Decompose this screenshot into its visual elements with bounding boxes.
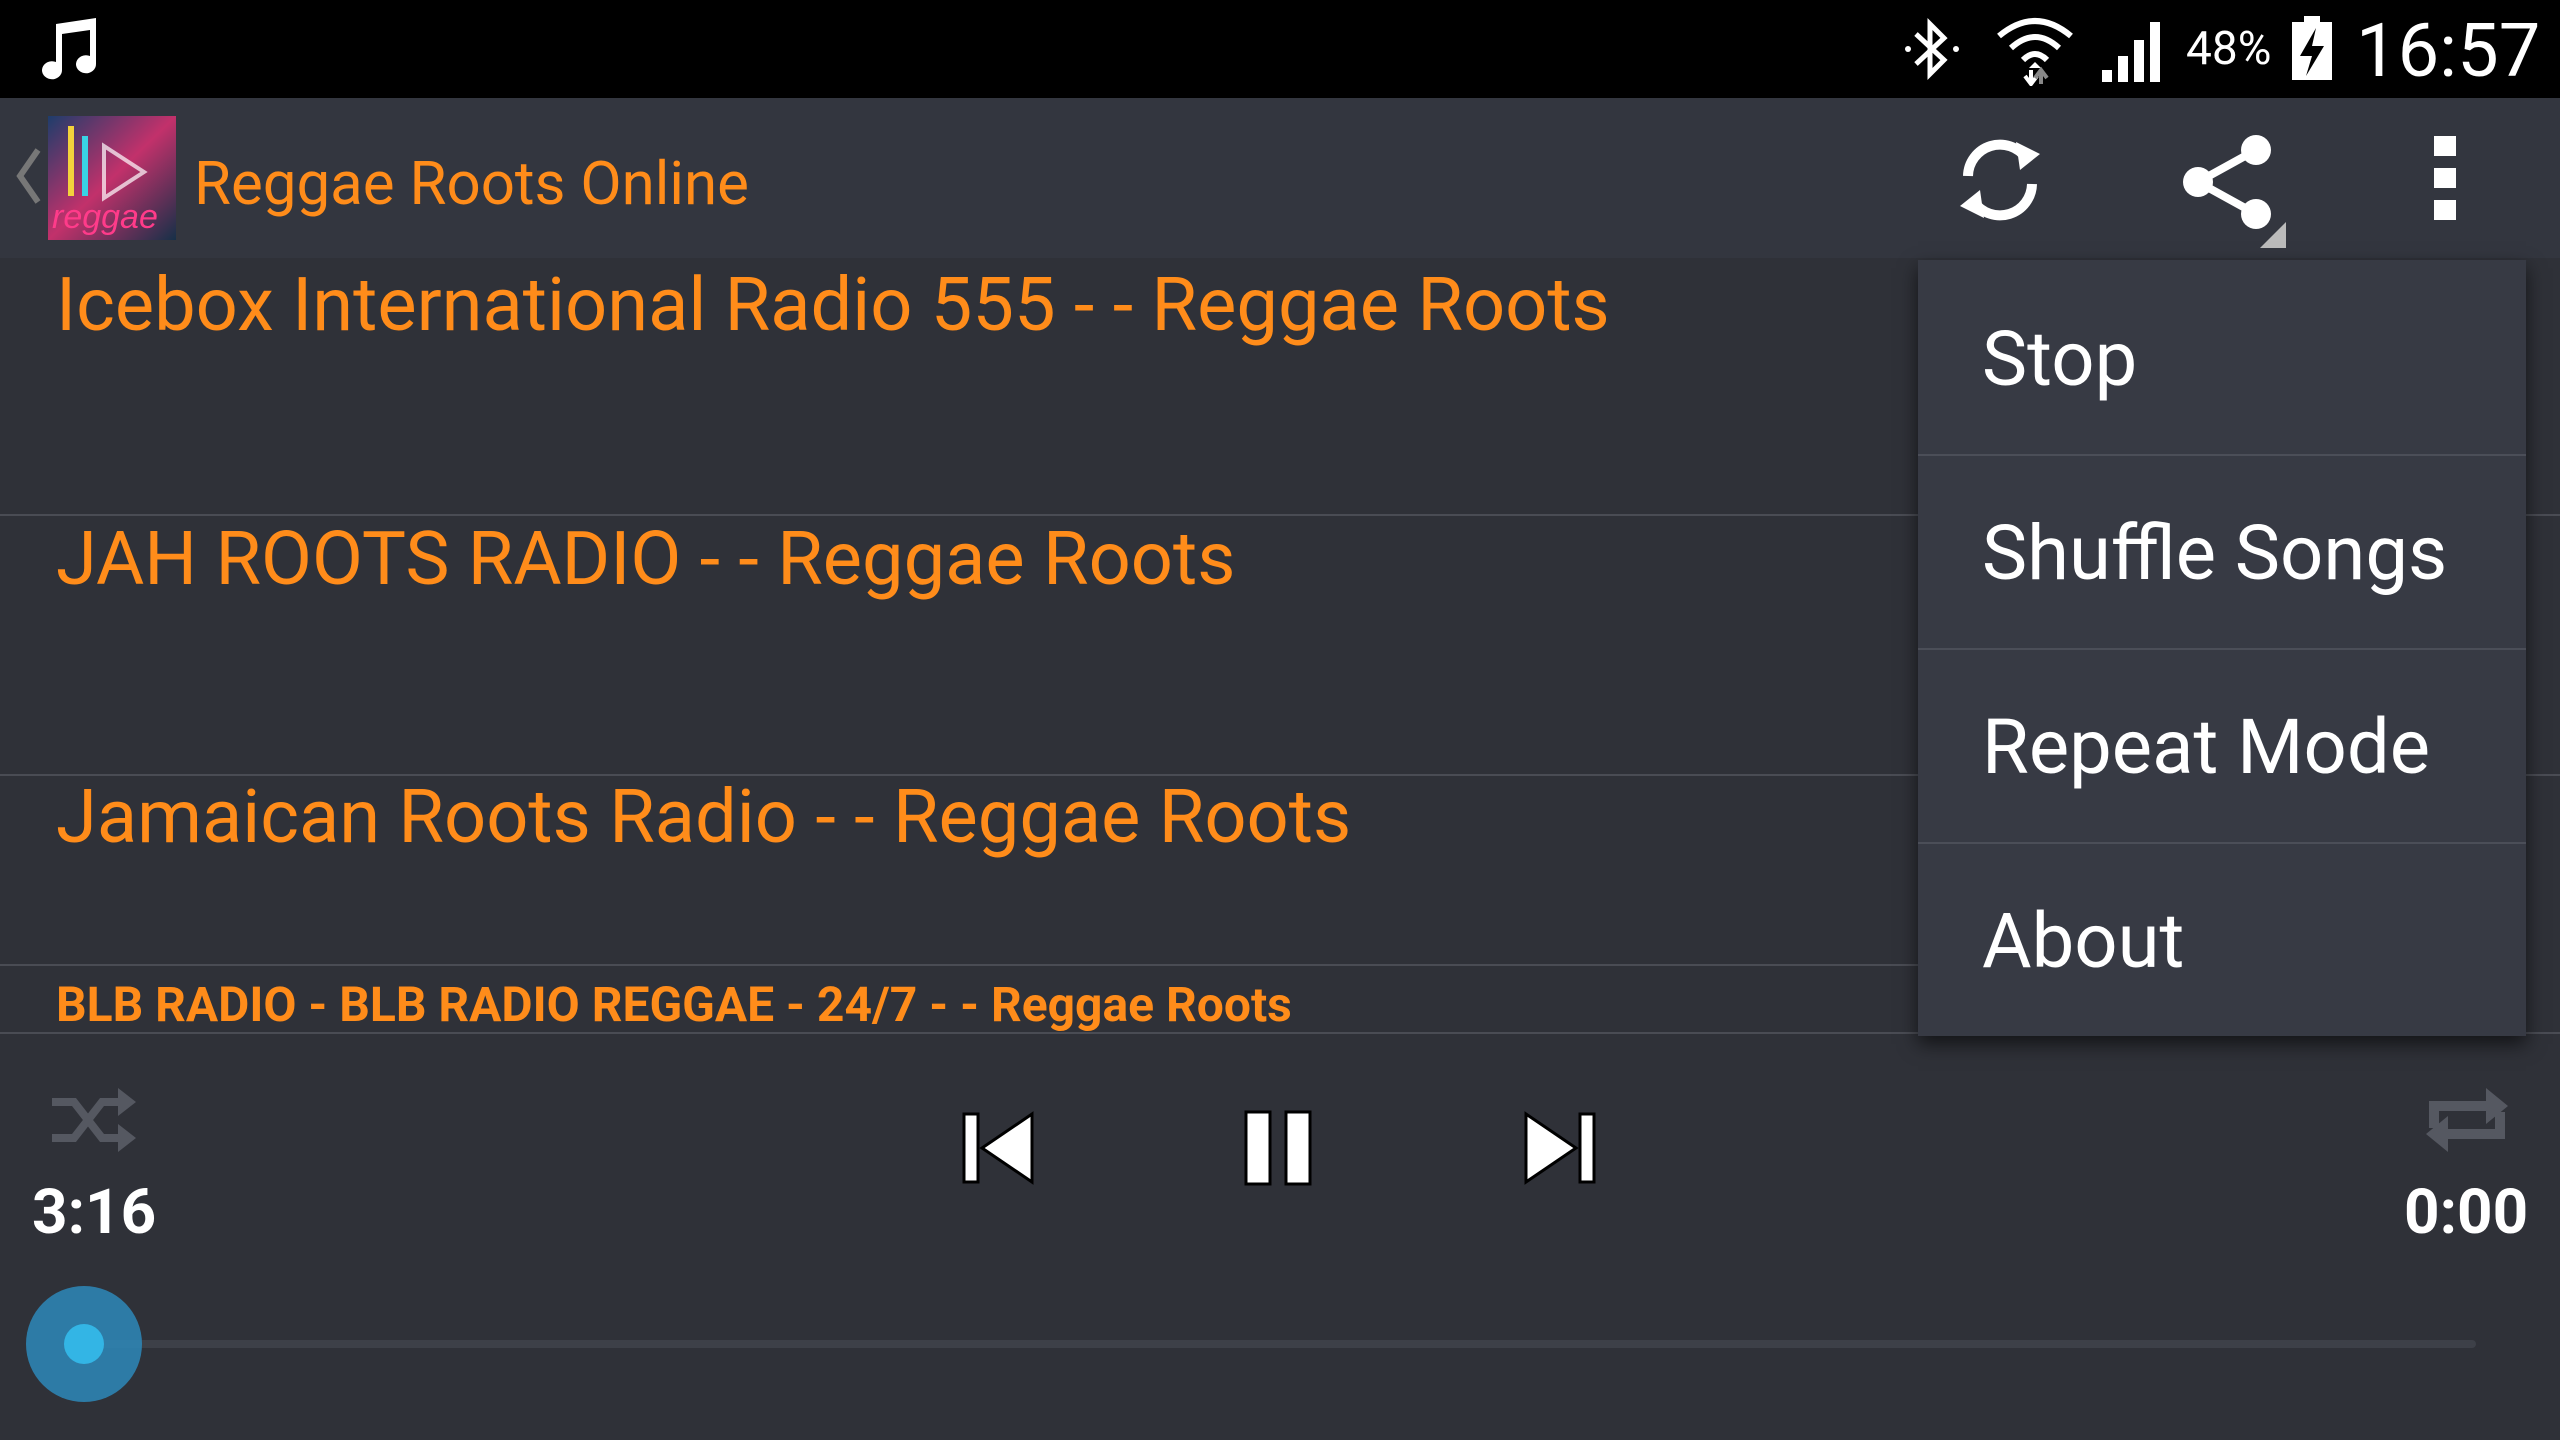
logo-text: reggae <box>52 198 158 236</box>
app-logo[interactable]: reggae <box>48 116 176 240</box>
total-time: 0:00 <box>2404 1176 2529 1249</box>
signal-icon <box>2102 22 2160 82</box>
menu-item-label: Repeat Mode <box>1982 702 2431 792</box>
now-playing-title: BLB RADIO - BLB RADIO REGGAE - 24/7 - - … <box>56 976 1292 1033</box>
station-label: JAH ROOTS RADIO - - Reggae Roots <box>56 516 1236 603</box>
app-title: Reggae Roots Online <box>194 148 749 219</box>
seek-bar[interactable] <box>84 1340 2476 1348</box>
menu-item-label: About <box>1982 896 2185 986</box>
menu-item-shuffle-songs[interactable]: Shuffle Songs <box>1918 454 2526 650</box>
pause-button[interactable] <box>1238 1108 1318 1188</box>
battery-charging-icon <box>2292 16 2332 80</box>
seek-thumb[interactable] <box>64 1324 104 1364</box>
clock: 16:57 <box>2356 8 2541 95</box>
menu-item-repeat-mode[interactable]: Repeat Mode <box>1918 648 2526 844</box>
shuffle-icon[interactable] <box>48 1084 138 1156</box>
battery-percent: 48% <box>2186 22 2272 76</box>
previous-button[interactable] <box>960 1108 1040 1188</box>
next-button[interactable] <box>1518 1108 1598 1188</box>
share-icon[interactable] <box>2170 130 2290 248</box>
refresh-icon[interactable] <box>1950 130 2050 230</box>
status-bar: 48% 16:57 <box>0 0 2560 98</box>
menu-item-about[interactable]: About <box>1918 842 2526 1036</box>
bluetooth-icon <box>1905 17 1959 81</box>
action-bar: reggae Reggae Roots Online <box>0 98 2560 258</box>
elapsed-time: 3:16 <box>32 1176 157 1249</box>
station-label: Icebox International Radio 555 - - Regga… <box>56 262 1610 349</box>
repeat-icon[interactable] <box>2422 1084 2512 1156</box>
wifi-icon <box>1997 18 2073 86</box>
menu-item-stop[interactable]: Stop <box>1918 260 2526 456</box>
station-label: Jamaican Roots Radio - - Reggae Roots <box>56 774 1352 861</box>
menu-item-label: Stop <box>1982 314 2138 404</box>
menu-item-label: Shuffle Songs <box>1982 508 2448 598</box>
back-chevron-icon[interactable] <box>14 146 42 206</box>
overflow-menu: Stop Shuffle Songs Repeat Mode About <box>1918 260 2526 1036</box>
divider <box>0 964 1920 966</box>
overflow-menu-icon[interactable] <box>2420 134 2470 224</box>
music-note-icon <box>42 18 97 80</box>
